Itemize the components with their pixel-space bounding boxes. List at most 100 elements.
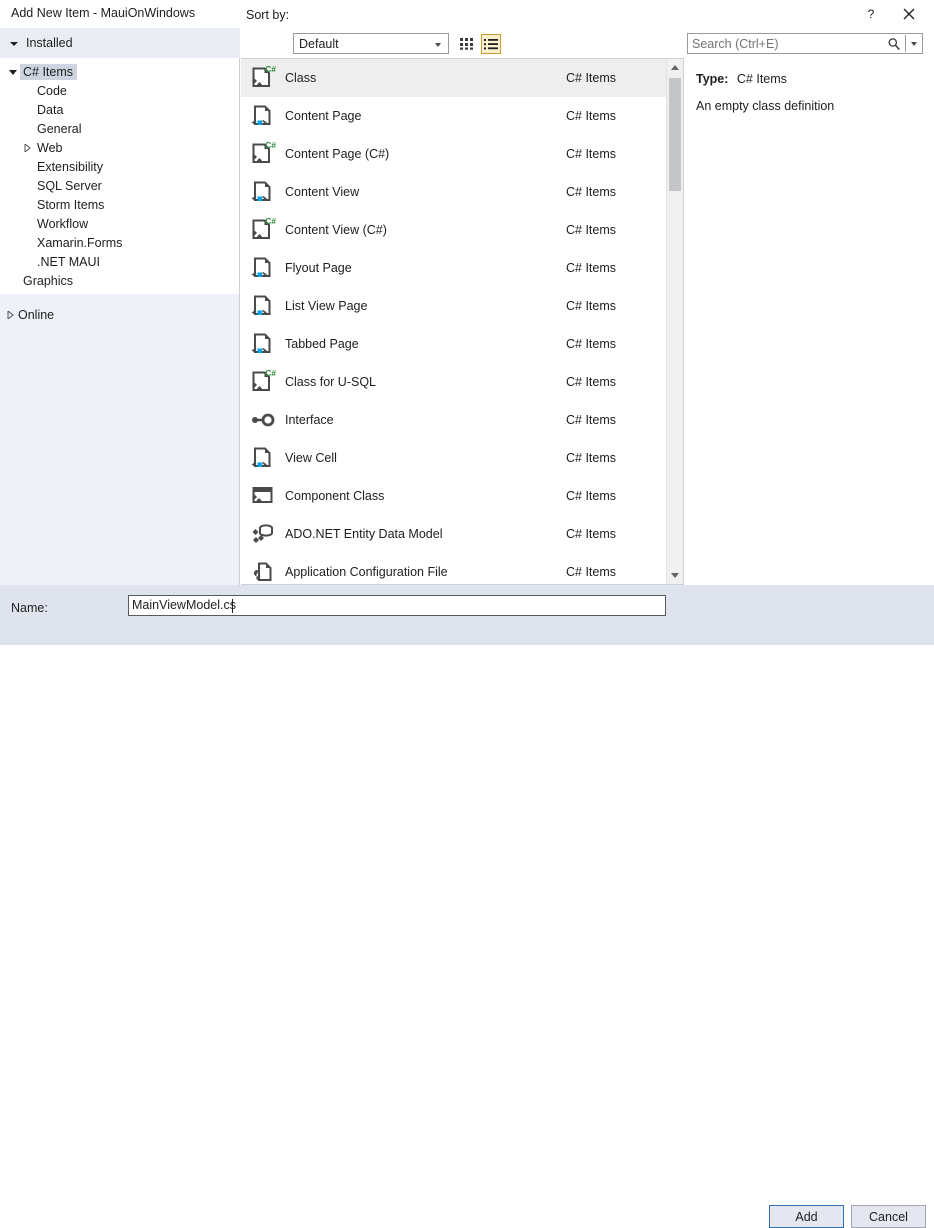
magnifier-icon[interactable]: [886, 36, 902, 52]
template-item-category: C# Items: [566, 375, 617, 389]
detail-type-row: Type: C# Items: [696, 72, 922, 86]
csharp-class-file-icon: C#: [241, 141, 285, 167]
template-list-item[interactable]: Tabbed Page C# Items: [241, 325, 666, 363]
detail-type-value: C# Items: [736, 72, 787, 86]
details-panel: Type: C# Items An empty class definition: [684, 58, 934, 585]
xaml-page-icon: [241, 445, 285, 471]
scroll-down-button[interactable]: [667, 567, 683, 584]
template-list-item[interactable]: C# Class C# Items: [241, 59, 666, 97]
template-item-category: C# Items: [566, 413, 617, 427]
svg-text:C#: C#: [265, 141, 276, 150]
help-question-icon: ?: [868, 7, 875, 21]
xaml-page-icon: [251, 333, 271, 354]
templates-list-scrollbar[interactable]: [666, 59, 683, 584]
text-caret: [232, 599, 233, 613]
template-list-item[interactable]: Application Configuration File C# Items: [241, 553, 666, 584]
help-button[interactable]: ?: [856, 0, 886, 28]
template-list-item[interactable]: Component Class C# Items: [241, 477, 666, 515]
template-list-item[interactable]: C# Class for U-SQL C# Items: [241, 363, 666, 401]
tree-item-label: General: [37, 121, 82, 136]
xaml-page-icon: [251, 257, 271, 278]
installed-section-header[interactable]: Installed: [0, 28, 240, 58]
add-button[interactable]: Add: [769, 1205, 844, 1228]
tree-item-csharp-items[interactable]: C# Items: [0, 62, 239, 81]
name-input-wrapper[interactable]: [128, 595, 666, 616]
template-list-item[interactable]: C# Content View (C#) C# Items: [241, 211, 666, 249]
list-view-icon: [484, 39, 498, 50]
templates-list-panel: C# Class C# Items Content Page C# Items C#…: [241, 58, 684, 585]
template-item-name: Flyout Page: [285, 261, 352, 275]
tree-item-label: Online: [18, 308, 55, 322]
csharp-class-file-icon: C#: [241, 217, 285, 243]
expander-triangle-icon[interactable]: [20, 143, 34, 152]
template-list-item[interactable]: Interface C# Items: [241, 401, 666, 439]
component-class-icon: [241, 483, 285, 509]
categories-tree-panel: C# Items Code Data General Web Extensibi…: [0, 58, 240, 585]
cancel-button[interactable]: Cancel: [851, 1205, 926, 1228]
expander-triangle-icon[interactable]: [6, 68, 20, 76]
tree-item-label: SQL Server: [37, 178, 102, 193]
chevron-down-icon[interactable]: [911, 42, 917, 46]
tree-item-extensibility[interactable]: Extensibility: [0, 157, 239, 176]
csharp-class-file-icon: C#: [252, 141, 276, 163]
xaml-page-icon: [251, 105, 271, 126]
template-item-name: Tabbed Page: [285, 337, 359, 351]
csharp-class-file-icon: C#: [241, 369, 285, 395]
tree-item-sql-server[interactable]: SQL Server: [0, 176, 239, 195]
installed-label: Installed: [26, 36, 73, 50]
search-input[interactable]: [692, 37, 872, 51]
template-list-item[interactable]: View Cell C# Items: [241, 439, 666, 477]
scroll-up-button[interactable]: [667, 59, 683, 76]
tree-item-label: Web: [37, 140, 63, 155]
template-item-name: List View Page: [285, 299, 368, 313]
tree-item-data[interactable]: Data: [0, 100, 239, 119]
template-item-category: C# Items: [566, 261, 617, 275]
tree-item-workflow[interactable]: Workflow: [0, 214, 239, 233]
component-class-icon: [252, 487, 273, 503]
expander-triangle-icon[interactable]: [6, 308, 14, 322]
template-list-item[interactable]: ADO.NET Entity Data Model C# Items: [241, 515, 666, 553]
template-item-category: C# Items: [566, 489, 617, 503]
tree-item-general[interactable]: General: [0, 119, 239, 138]
name-input[interactable]: [132, 598, 652, 612]
sort-by-select[interactable]: Default: [293, 33, 449, 54]
csharp-class-file-icon: C#: [252, 217, 276, 239]
template-item-name: Class: [285, 71, 317, 85]
template-list-item[interactable]: Flyout Page C# Items: [241, 249, 666, 287]
template-list-item[interactable]: List View Page C# Items: [241, 287, 666, 325]
xaml-page-icon: [241, 293, 285, 319]
template-item-category: C# Items: [566, 565, 617, 579]
scrollbar-thumb[interactable]: [669, 78, 681, 191]
csharp-class-file-icon: C#: [252, 369, 276, 391]
detail-description: An empty class definition: [696, 99, 835, 113]
dialog-title: Add New Item - MauiOnWindows: [11, 6, 196, 20]
tree-item-web[interactable]: Web: [0, 138, 239, 157]
template-list-item[interactable]: Content View C# Items: [241, 173, 666, 211]
tree-item-label: Extensibility: [37, 159, 103, 174]
view-tiles-button[interactable]: [457, 34, 477, 54]
tree-item-xamarin-forms[interactable]: Xamarin.Forms: [0, 233, 239, 252]
template-list-item[interactable]: Content Page C# Items: [241, 97, 666, 135]
template-item-name: Component Class: [285, 489, 385, 503]
scroll-down-arrow-icon: [671, 573, 679, 578]
tree-item-graphics[interactable]: Graphics: [0, 271, 239, 290]
svg-text:C#: C#: [265, 369, 276, 378]
view-list-button[interactable]: [481, 34, 501, 54]
template-item-category: C# Items: [566, 109, 617, 123]
tree-item-label: Code: [37, 83, 67, 98]
tree-item-storm-items[interactable]: Storm Items: [0, 195, 239, 214]
search-box[interactable]: [687, 33, 923, 54]
template-list-item[interactable]: C# Content Page (C#) C# Items: [241, 135, 666, 173]
tree-item-net-maui[interactable]: .NET MAUI: [0, 252, 239, 271]
tree-item-online[interactable]: Online: [0, 301, 239, 329]
tree-item-code[interactable]: Code: [0, 81, 239, 100]
template-item-category: C# Items: [566, 527, 617, 541]
template-item-category: C# Items: [566, 185, 617, 199]
search-divider: [905, 35, 906, 52]
close-button[interactable]: [894, 0, 924, 28]
xaml-page-icon: [251, 181, 271, 202]
detail-type-label: Type:: [696, 72, 729, 86]
xaml-page-icon: [241, 255, 285, 281]
sort-by-value: Default: [299, 37, 339, 51]
template-item-name: Content View: [285, 185, 360, 199]
